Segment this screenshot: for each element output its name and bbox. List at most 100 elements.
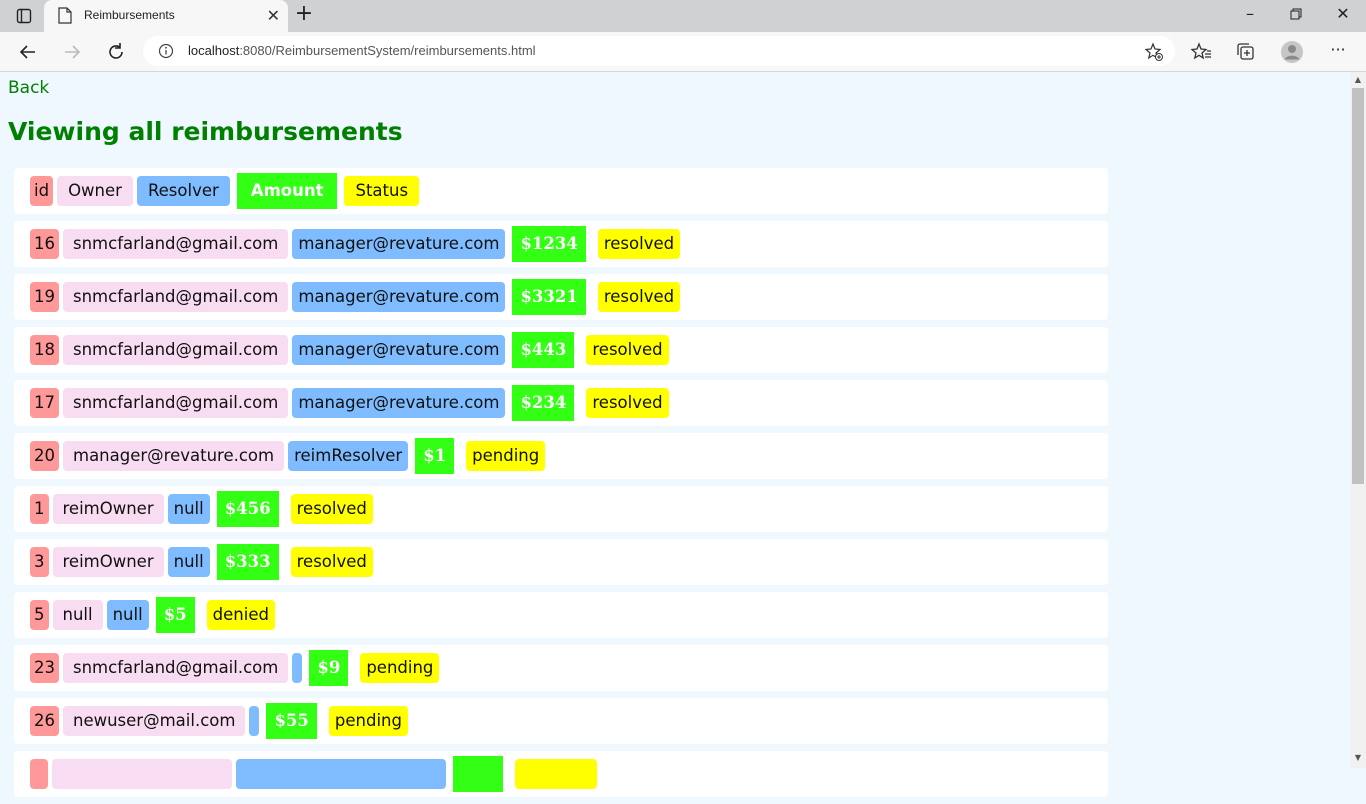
row-resolver [236,759,446,789]
row-amount: $333 [216,544,279,580]
row-status: resolved [597,229,681,259]
collections-icon[interactable] [1232,38,1260,66]
row-owner: snmcfarland@gmail.com [63,335,289,365]
row-id [30,759,48,789]
row-status: pending [360,653,440,683]
row-owner: snmcfarland@gmail.com [63,653,289,683]
row-owner: null [52,600,103,630]
url-text: localhost:8080/ReimbursementSystem/reimb… [188,43,536,58]
profile-icon[interactable] [1278,38,1306,66]
row-status: resolved [586,388,669,418]
row-id: 3 [30,547,49,577]
row-amount [453,756,503,792]
row-amount: $9 [309,650,349,686]
info-icon[interactable] [158,43,174,59]
row-amount: $443 [512,332,575,368]
row-owner: reimOwner [52,547,164,577]
table-row: 1 reimOwner null $456 resolved [14,486,1108,532]
browser-tab[interactable]: Reimbursements ✕ [44,0,288,32]
table-row: 3 reimOwner null $333 resolved [14,539,1108,585]
close-tab-icon[interactable]: ✕ [267,6,280,25]
table-row-partial [14,751,1108,797]
header-resolver: Resolver [136,176,230,206]
row-status: resolved [290,494,373,524]
new-tab-icon[interactable]: + [292,1,316,26]
back-arrow-icon[interactable] [14,38,42,66]
row-owner: reimOwner [52,494,164,524]
reimbursement-list: id Owner Resolver Amount Status 16 snmcf… [14,168,1108,804]
tab-title: Reimbursements [84,8,175,22]
row-owner: snmcfarland@gmail.com [63,282,289,312]
address-bar[interactable]: localhost:8080/ReimbursementSystem/reimb… [143,36,1175,66]
row-amount: $1234 [512,226,586,262]
favorites-icon[interactable] [1188,38,1216,66]
browser-toolbar: localhost:8080/ReimbursementSystem/reimb… [0,32,1366,72]
table-row: 5 null null $5 denied [14,592,1108,638]
row-amount: $3321 [512,279,586,315]
row-owner: newuser@mail.com [63,706,246,736]
row-id: 5 [30,600,49,630]
table-row: 26 newuser@mail.com $55 pending [14,698,1108,744]
row-amount: $456 [216,491,279,527]
table-row: 17 snmcfarland@gmail.com manager@revatur… [14,380,1108,426]
row-resolver: null [106,600,149,630]
page-icon [58,7,72,24]
row-resolver: null [167,547,210,577]
page-title: Viewing all reimbursements [8,117,403,146]
scroll-up-icon[interactable]: ▲ [1350,72,1366,88]
row-id: 23 [30,653,59,683]
table-row: 18 snmcfarland@gmail.com manager@revatur… [14,327,1108,373]
row-amount: $1 [415,438,455,474]
row-status: resolved [597,282,681,312]
row-resolver [292,653,303,683]
row-id: 16 [30,229,59,259]
header-id: id [30,176,54,206]
row-id: 26 [30,706,59,736]
row-resolver: null [167,494,210,524]
row-owner: snmcfarland@gmail.com [63,229,289,259]
table-row: 23 snmcfarland@gmail.com $9 pending [14,645,1108,691]
header-owner: Owner [57,176,133,206]
row-status: denied [206,600,275,630]
row-owner [52,759,232,789]
row-status: resolved [586,335,669,365]
tab-actions-icon[interactable] [16,8,32,24]
row-id: 20 [30,441,59,471]
row-status: pending [328,706,408,736]
table-row: 19 snmcfarland@gmail.com manager@revatur… [14,274,1108,320]
forward-arrow-icon[interactable] [58,38,86,66]
row-id: 19 [30,282,59,312]
table-row: 16 snmcfarland@gmail.com manager@revatur… [14,221,1108,267]
row-amount: $55 [266,703,317,739]
row-id: 18 [30,335,59,365]
restore-icon[interactable] [1284,4,1308,26]
row-owner: manager@revature.com [63,441,285,471]
row-status: pending [466,441,546,471]
minimize-icon[interactable]: – [1238,4,1262,26]
row-resolver: manager@revature.com [292,388,506,418]
row-amount: $234 [512,385,575,421]
header-status: Status [344,176,420,206]
header-amount: Amount [236,173,338,209]
row-resolver: manager@revature.com [292,282,506,312]
row-resolver: manager@revature.com [292,335,506,365]
row-owner: snmcfarland@gmail.com [63,388,289,418]
row-amount: $5 [155,597,195,633]
row-id: 1 [30,494,49,524]
row-resolver: reimResolver [288,441,409,471]
row-resolver: manager@revature.com [292,229,506,259]
header-row: id Owner Resolver Amount Status [14,168,1108,214]
scrollbar-thumb[interactable] [1352,88,1364,484]
row-status [515,759,597,789]
row-status: resolved [290,547,373,577]
browser-titlebar: Reimbursements ✕ + – ✕ [0,0,1366,32]
refresh-icon[interactable] [102,38,130,66]
more-icon[interactable]: ··· [1326,40,1350,62]
scroll-down-icon[interactable]: ▼ [1350,750,1366,766]
close-window-icon[interactable]: ✕ [1331,4,1355,26]
row-resolver [249,706,260,736]
add-favorite-icon[interactable] [1144,42,1164,62]
table-row: 20 manager@revature.com reimResolver $1 … [14,433,1108,479]
back-link[interactable]: Back [8,78,49,98]
row-id: 17 [30,388,59,418]
